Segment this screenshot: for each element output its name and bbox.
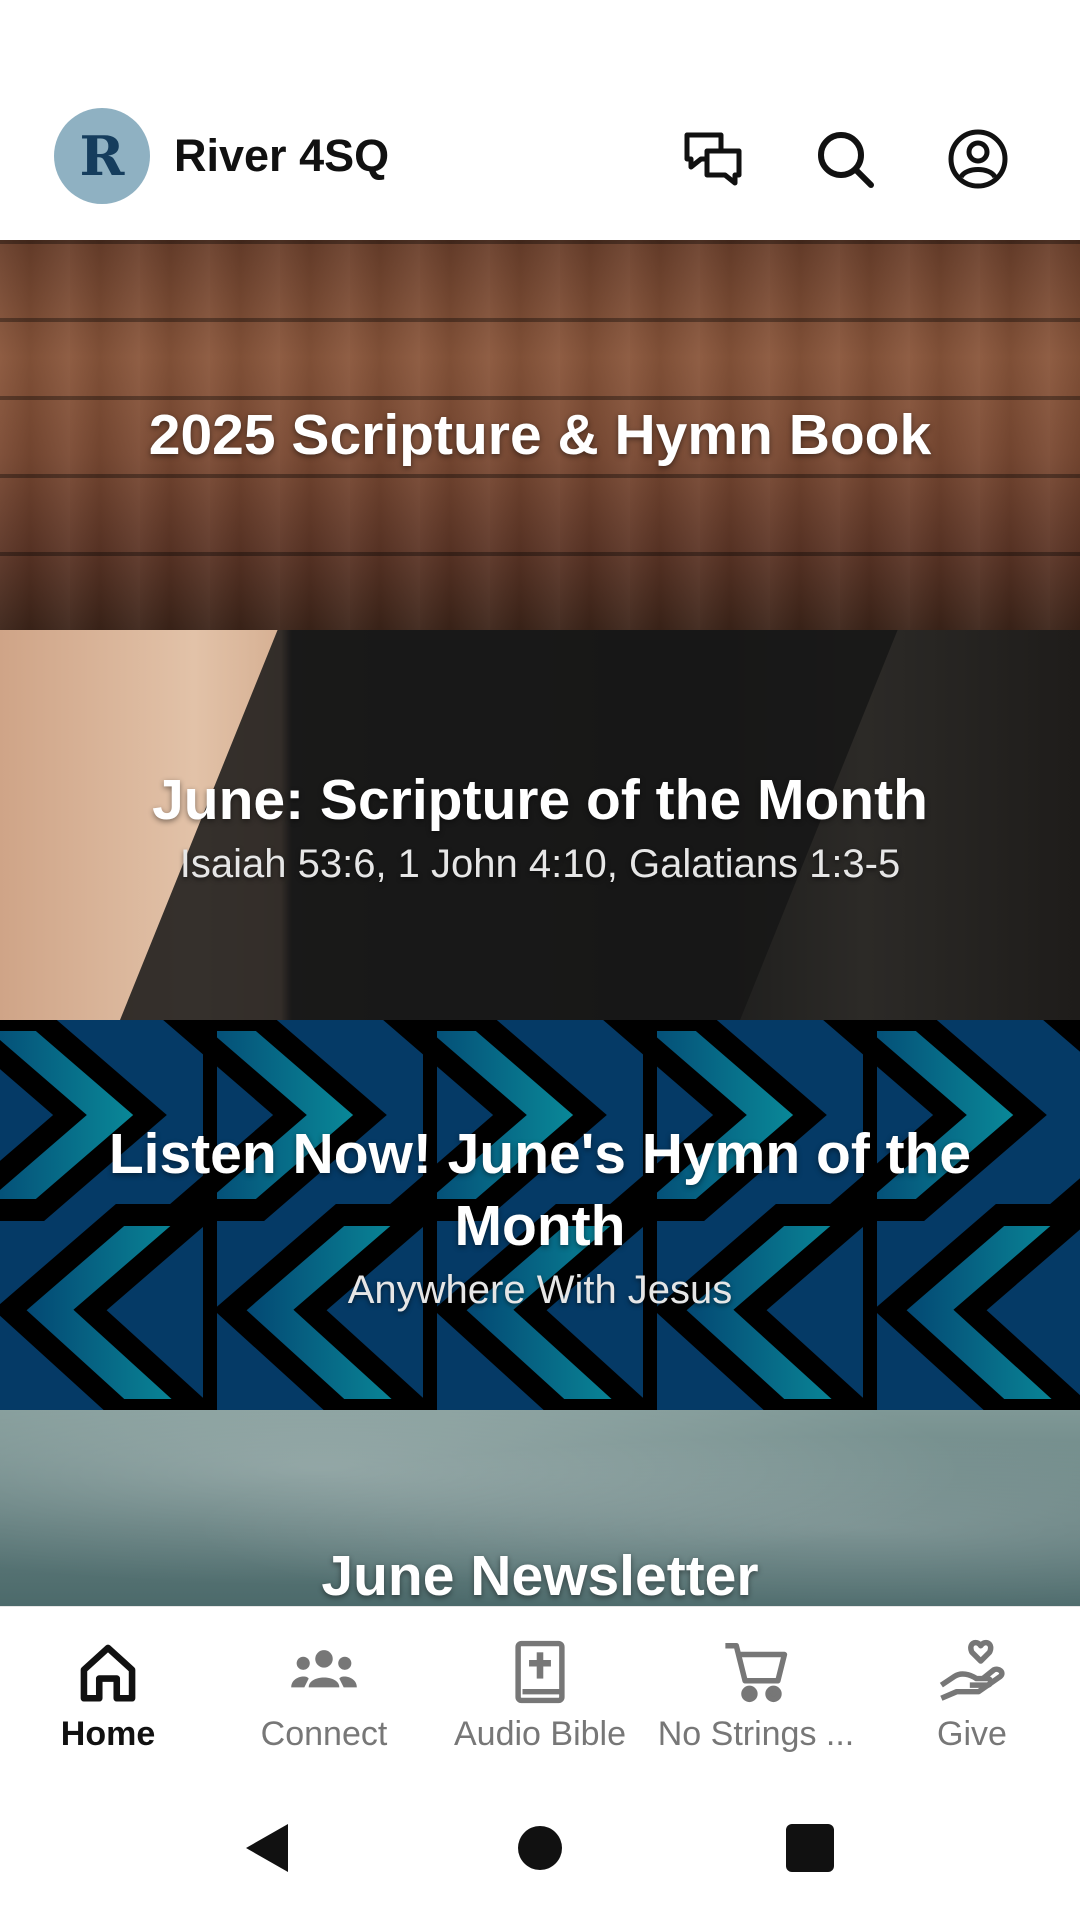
nav-label: Give bbox=[937, 1715, 1007, 1753]
status-bar bbox=[0, 0, 1080, 90]
card-subtitle: Isaiah 53:6, 1 John 4:10, Galatians 1:3-… bbox=[179, 841, 901, 886]
cart-icon bbox=[725, 1643, 788, 1703]
people-icon bbox=[291, 1650, 357, 1688]
app-title: River 4SQ bbox=[174, 130, 390, 181]
card-hymn-of-month[interactable]: Listen Now! June's Hymn of the Month Any… bbox=[0, 1020, 1080, 1410]
app-header: R River 4SQ bbox=[0, 90, 1080, 240]
chat-icon[interactable] bbox=[678, 124, 748, 194]
search-icon[interactable] bbox=[810, 124, 880, 194]
nav-label: Connect bbox=[260, 1715, 388, 1753]
home-button-icon[interactable] bbox=[512, 1820, 568, 1876]
card-scripture-of-month[interactable]: June: Scripture of the Month Isaiah 53:6… bbox=[0, 630, 1080, 1020]
card-june-newsletter[interactable]: June Newsletter bbox=[0, 1410, 1080, 1606]
bible-icon bbox=[515, 1640, 565, 1704]
back-icon[interactable] bbox=[240, 1820, 296, 1876]
card-title: June Newsletter bbox=[321, 1544, 759, 1606]
logo-letter: R bbox=[79, 124, 125, 188]
nav-give[interactable]: Give bbox=[864, 1637, 1080, 1754]
system-nav-bar bbox=[0, 1776, 1080, 1920]
nav-label: No Strings ... bbox=[657, 1715, 855, 1753]
nav-audio-bible[interactable]: Audio Bible bbox=[432, 1637, 648, 1754]
nav-home[interactable]: Home bbox=[0, 1637, 216, 1754]
bottom-nav: Home Connect Audio Bible No Strings ... bbox=[0, 1606, 1080, 1777]
card-title: 2025 Scripture & Hymn Book bbox=[148, 403, 932, 467]
card-title: Listen Now! June's Hymn of the Month bbox=[108, 1121, 972, 1258]
recents-icon[interactable] bbox=[782, 1820, 838, 1876]
nav-label: Audio Bible bbox=[453, 1715, 626, 1753]
nav-connect[interactable]: Connect bbox=[216, 1637, 432, 1754]
nav-label: Home bbox=[60, 1715, 156, 1753]
card-subtitle: Anywhere With Jesus bbox=[347, 1267, 733, 1312]
card-scripture-hymn-book[interactable]: 2025 Scripture & Hymn Book bbox=[0, 240, 1080, 630]
give-icon bbox=[939, 1639, 1005, 1701]
account-icon[interactable] bbox=[943, 124, 1013, 194]
church-logo[interactable]: R bbox=[54, 108, 150, 204]
home-icon bbox=[80, 1644, 136, 1702]
card-title: June: Scripture of the Month bbox=[152, 767, 928, 832]
nav-no-strings[interactable]: No Strings ... bbox=[648, 1637, 864, 1754]
